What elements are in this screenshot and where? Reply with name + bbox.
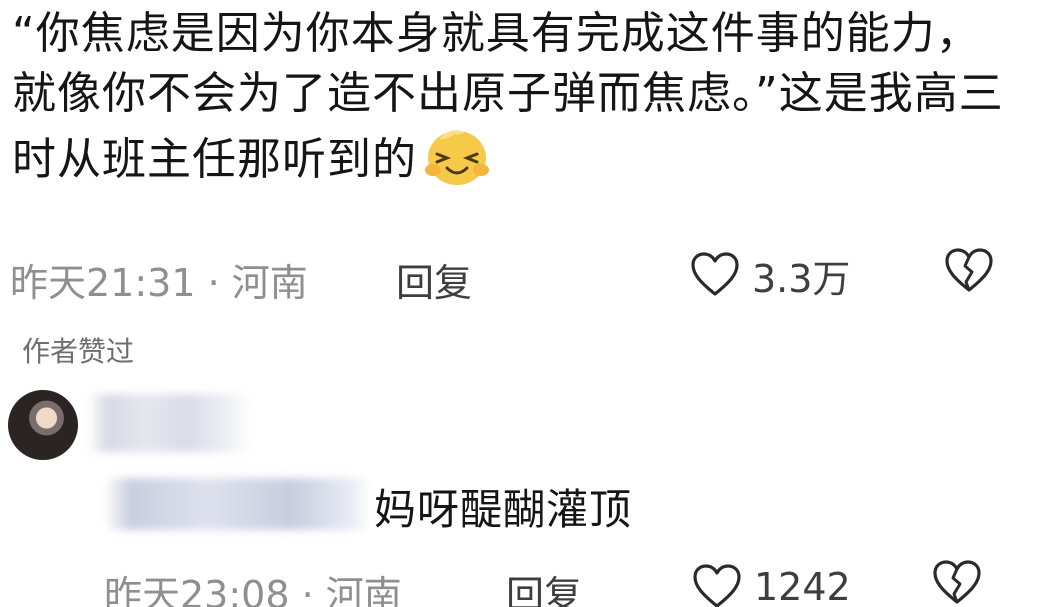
broken-heart-icon[interactable]	[944, 248, 994, 303]
reply-button[interactable]: 回复	[506, 564, 582, 607]
like-button[interactable]: 1242	[692, 560, 851, 607]
heart-outline-icon	[690, 252, 740, 298]
reply-button[interactable]: 回复	[396, 252, 472, 307]
blurred-reply-target	[104, 478, 370, 530]
comment-thread: “你焦虑是因为你本身就具有完成这件事的能力，就像你不会为了造不出原子弹而焦虑。”…	[0, 0, 1042, 607]
like-count: 3.3万	[752, 256, 851, 301]
reply-timestamp: 昨天23:08 · 河南	[104, 573, 402, 607]
reply-meta: 昨天23:08 · 河南 回复 1242	[104, 558, 1024, 607]
avatar[interactable]	[8, 390, 78, 460]
grinning-squint-emoji-icon	[419, 124, 493, 188]
heart-outline-icon	[692, 564, 742, 607]
comment-body: “你焦虑是因为你本身就具有完成这件事的能力，就像你不会为了造不出原子弹而焦虑。”…	[12, 4, 1012, 190]
comment-text: “你焦虑是因为你本身就具有完成这件事的能力，就像你不会为了造不出原子弹而焦虑。”…	[12, 8, 1004, 185]
author-liked-badge: 作者赞过	[22, 335, 135, 368]
reply-text: 妈呀醍醐灌顶	[374, 485, 633, 534]
comment-meta: 昨天21:31 · 河南 回复 3.3万	[10, 244, 1020, 307]
broken-heart-icon[interactable]	[932, 560, 982, 607]
like-count: 1242	[754, 565, 851, 607]
like-button[interactable]: 3.3万	[690, 248, 850, 302]
blurred-username	[88, 394, 252, 452]
comment-timestamp: 昨天21:31 · 河南	[10, 261, 308, 305]
